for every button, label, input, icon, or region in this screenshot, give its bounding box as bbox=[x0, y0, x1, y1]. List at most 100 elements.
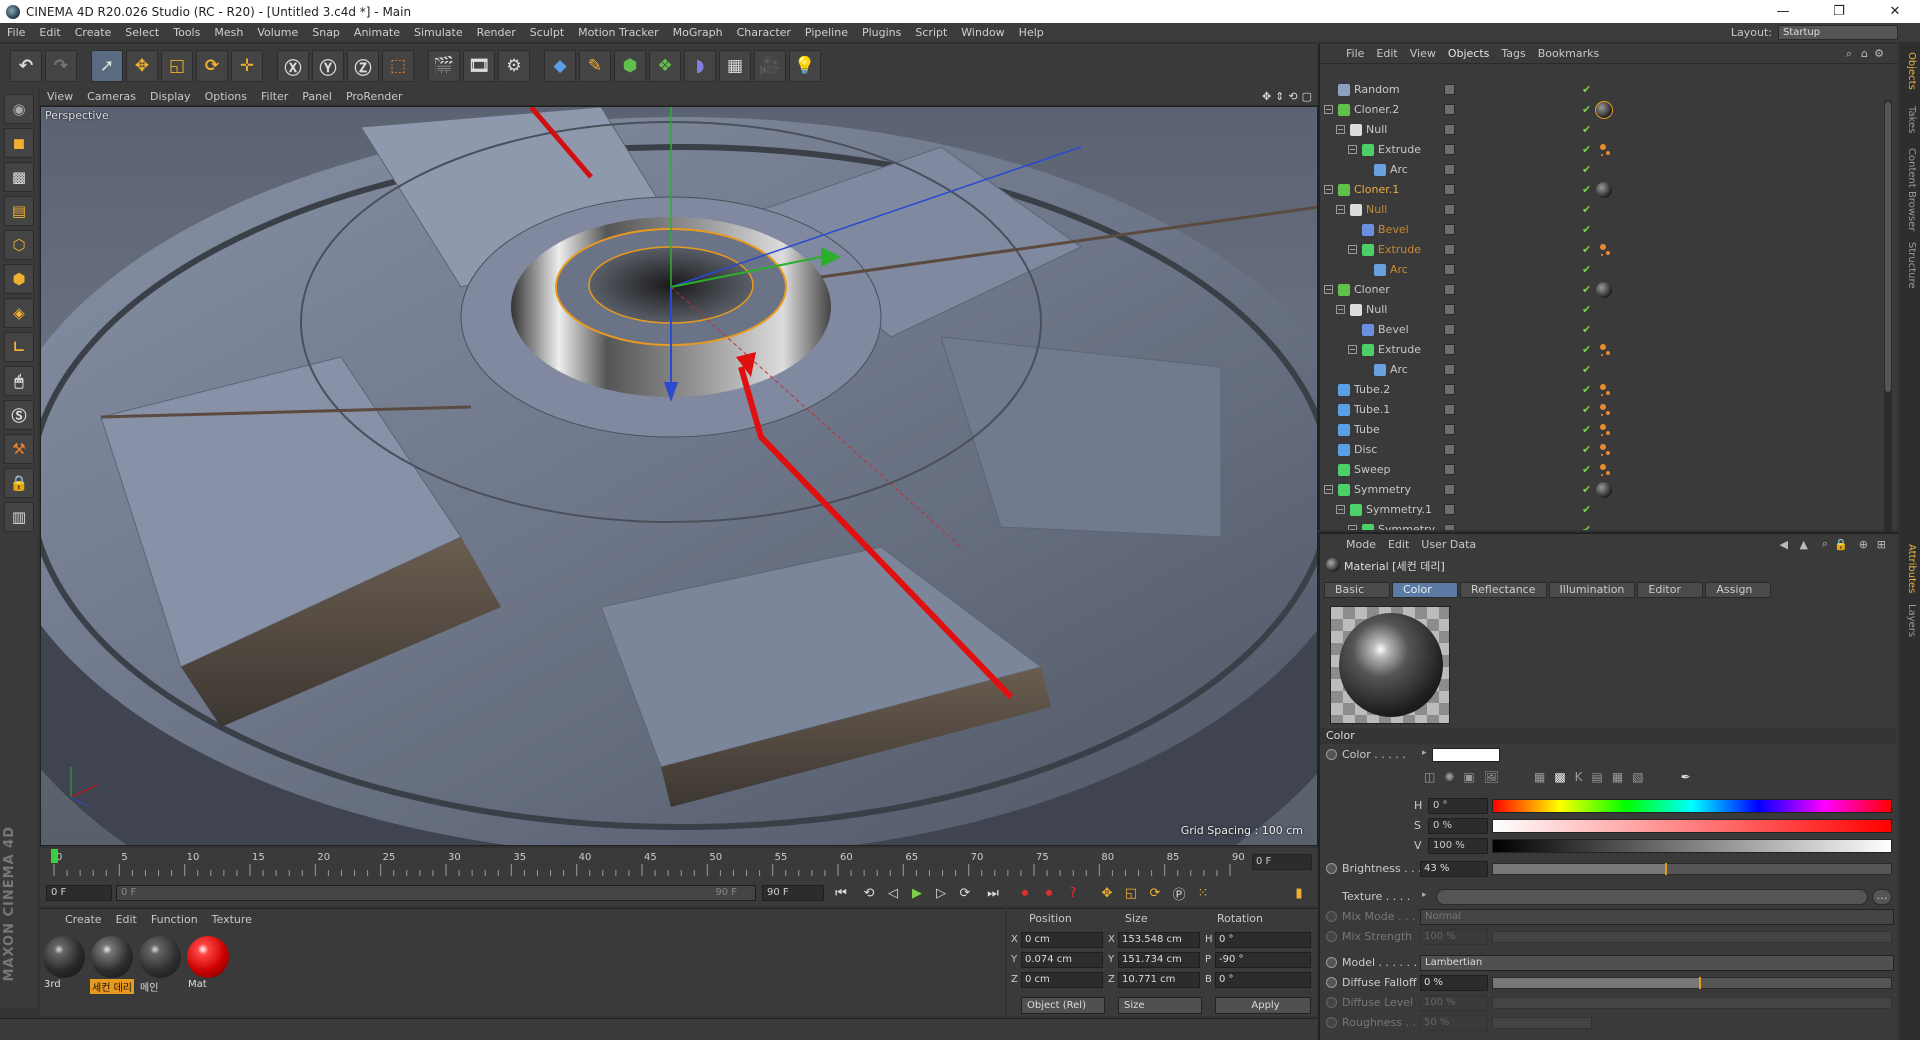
kelvin-icon[interactable]: K bbox=[1575, 770, 1583, 784]
texture-options-button[interactable]: … bbox=[1872, 889, 1892, 905]
position-x-field[interactable]: 0 cm bbox=[1021, 932, 1103, 948]
object-row[interactable]: − Symmetry ✔ bbox=[1324, 480, 1884, 500]
tab-editor[interactable]: Editor bbox=[1637, 582, 1704, 598]
viewport-menu-view[interactable]: View bbox=[40, 90, 80, 103]
value-slider[interactable] bbox=[1492, 839, 1892, 853]
menu-mograph[interactable]: MoGraph bbox=[666, 26, 730, 39]
workplane-icon[interactable]: ▤ bbox=[4, 196, 34, 226]
subdivision-surface-icon[interactable]: ⬢ bbox=[614, 50, 646, 82]
object-name[interactable]: Symmetry.1 bbox=[1366, 503, 1432, 516]
expand-toggle-icon[interactable]: − bbox=[1324, 105, 1333, 114]
menu-snap[interactable]: Snap bbox=[305, 26, 347, 39]
value-field[interactable]: 100 % bbox=[1428, 838, 1488, 854]
phong-tag-icon[interactable] bbox=[1596, 342, 1612, 358]
attr-menu-edit[interactable]: Edit bbox=[1382, 538, 1415, 551]
eyedropper-icon[interactable]: ✒ bbox=[1681, 770, 1691, 784]
menu-window[interactable]: Window bbox=[954, 26, 1011, 39]
spectrum-icon[interactable]: ✺ bbox=[1444, 770, 1454, 784]
side-tab-takes[interactable]: Takes bbox=[1903, 106, 1917, 133]
enabled-check-icon[interactable]: ✔ bbox=[1582, 143, 1591, 156]
enabled-check-icon[interactable]: ✔ bbox=[1582, 383, 1591, 396]
expand-toggle-icon[interactable]: − bbox=[1336, 125, 1345, 134]
zoom-view-icon[interactable]: ⇕ bbox=[1275, 90, 1284, 103]
side-tab-attributes[interactable]: Attributes bbox=[1903, 544, 1917, 593]
tab-assign[interactable]: Assign bbox=[1705, 582, 1772, 598]
expand-toggle-icon[interactable]: − bbox=[1336, 205, 1345, 214]
planar-workplane-icon[interactable]: ▥ bbox=[4, 502, 34, 532]
enabled-check-icon[interactable]: ✔ bbox=[1582, 403, 1591, 416]
move-tool-icon[interactable]: ✥ bbox=[126, 50, 158, 82]
model-mode-icon[interactable]: ◼ bbox=[4, 128, 34, 158]
menu-render[interactable]: Render bbox=[470, 26, 523, 39]
floor-icon[interactable]: ▦ bbox=[719, 50, 751, 82]
menu-plugins[interactable]: Plugins bbox=[855, 26, 908, 39]
enabled-check-icon[interactable]: ✔ bbox=[1582, 303, 1591, 316]
home-icon[interactable]: ⌂ bbox=[1861, 47, 1868, 60]
timeline-ruler[interactable]: 0 5 10 15 20 25 30 35 40 45 50 55 60 65 70 75 80 85 90 0 F bbox=[40, 848, 1318, 880]
diffuse-falloff-animate-radio[interactable] bbox=[1326, 977, 1337, 988]
object-name[interactable]: Disc bbox=[1354, 443, 1377, 456]
start-frame-field[interactable]: 0 F bbox=[46, 885, 112, 901]
object-row[interactable]: − Cloner.1 ✔ bbox=[1324, 180, 1884, 200]
up-arrow-icon[interactable]: ▲ bbox=[1800, 538, 1808, 551]
menu-motion-tracker[interactable]: Motion Tracker bbox=[571, 26, 665, 39]
phong-tag-icon[interactable] bbox=[1596, 242, 1612, 258]
phong-tag-icon[interactable] bbox=[1596, 142, 1612, 158]
expand-toggle-icon[interactable]: − bbox=[1324, 485, 1333, 494]
deformer-icon[interactable]: ◗ bbox=[684, 50, 716, 82]
hsv-mode-icon[interactable]: ▩ bbox=[1554, 770, 1565, 784]
apply-button[interactable]: Apply bbox=[1215, 997, 1311, 1014]
position-y-field[interactable]: 0.074 cm bbox=[1021, 952, 1103, 968]
menu-select[interactable]: Select bbox=[118, 26, 166, 39]
object-row[interactable]: Disc ✔ bbox=[1324, 440, 1884, 460]
autokey-icon[interactable]: ⏺ bbox=[1038, 883, 1060, 903]
object-name[interactable]: Null bbox=[1366, 203, 1387, 216]
menu-pipeline[interactable]: Pipeline bbox=[798, 26, 855, 39]
objects-menu-file[interactable]: File bbox=[1340, 47, 1370, 60]
size-z-field[interactable]: 10.771 cm bbox=[1118, 972, 1200, 988]
pen-spline-icon[interactable]: ✎ bbox=[579, 50, 611, 82]
object-row[interactable]: Bevel ✔ bbox=[1324, 320, 1884, 340]
enabled-check-icon[interactable]: ✔ bbox=[1582, 263, 1591, 276]
object-name[interactable]: Arc bbox=[1390, 263, 1408, 276]
editor-visibility-icon[interactable] bbox=[1444, 164, 1455, 175]
new-panel-icon[interactable]: ⊕ bbox=[1859, 538, 1868, 551]
material-thumb[interactable]: 메인 bbox=[138, 935, 182, 994]
enabled-check-icon[interactable]: ✔ bbox=[1582, 443, 1591, 456]
render-settings-icon[interactable]: ⚙ bbox=[498, 50, 530, 82]
tab-illumination[interactable]: Illumination bbox=[1548, 582, 1636, 598]
material-preview[interactable] bbox=[1330, 606, 1450, 724]
record-parameter-icon[interactable]: Ⓟ bbox=[1168, 883, 1190, 903]
brightness-knob[interactable] bbox=[1665, 863, 1667, 875]
playhead-marker[interactable] bbox=[51, 849, 58, 863]
objects-menu-objects[interactable]: Objects bbox=[1442, 47, 1496, 60]
rotation-p-field[interactable]: -90 ° bbox=[1215, 952, 1311, 968]
editor-visibility-icon[interactable] bbox=[1444, 424, 1455, 435]
object-name[interactable]: Symmetry bbox=[1354, 483, 1411, 496]
enabled-check-icon[interactable]: ✔ bbox=[1582, 123, 1591, 136]
object-row[interactable]: − Extrude ✔ bbox=[1324, 340, 1884, 360]
next-frame-icon[interactable]: ▷ bbox=[930, 883, 952, 903]
menu-edit[interactable]: Edit bbox=[32, 26, 67, 39]
diffuse-falloff-field[interactable]: 0 % bbox=[1420, 975, 1488, 991]
object-row[interactable]: Arc ✔ bbox=[1324, 160, 1884, 180]
object-name[interactable]: Random bbox=[1354, 83, 1400, 96]
timeline-view-icon[interactable]: ▮ bbox=[1288, 883, 1310, 903]
enabled-check-icon[interactable]: ✔ bbox=[1582, 163, 1591, 176]
editor-visibility-icon[interactable] bbox=[1444, 404, 1455, 415]
side-tab-structure[interactable]: Structure bbox=[1903, 242, 1917, 289]
y-axis-lock-icon[interactable]: Ⓨ bbox=[312, 50, 344, 82]
object-row[interactable]: Bevel ✔ bbox=[1324, 220, 1884, 240]
object-row[interactable]: Tube ✔ bbox=[1324, 420, 1884, 440]
editor-visibility-icon[interactable] bbox=[1444, 304, 1455, 315]
recent-tool-icon[interactable]: ✛ bbox=[231, 50, 263, 82]
object-name[interactable]: Arc bbox=[1390, 163, 1408, 176]
editor-visibility-icon[interactable] bbox=[1444, 444, 1455, 455]
objects-menu-tags[interactable]: Tags bbox=[1495, 47, 1531, 60]
expand-arrow-icon[interactable]: ▸ bbox=[1422, 748, 1427, 758]
editor-visibility-icon[interactable] bbox=[1444, 364, 1455, 375]
object-row[interactable]: − Extrude ✔ bbox=[1324, 240, 1884, 260]
live-selection-icon[interactable]: ➚ bbox=[91, 50, 123, 82]
menu-help[interactable]: Help bbox=[1012, 26, 1051, 39]
size-x-field[interactable]: 153.548 cm bbox=[1118, 932, 1200, 948]
